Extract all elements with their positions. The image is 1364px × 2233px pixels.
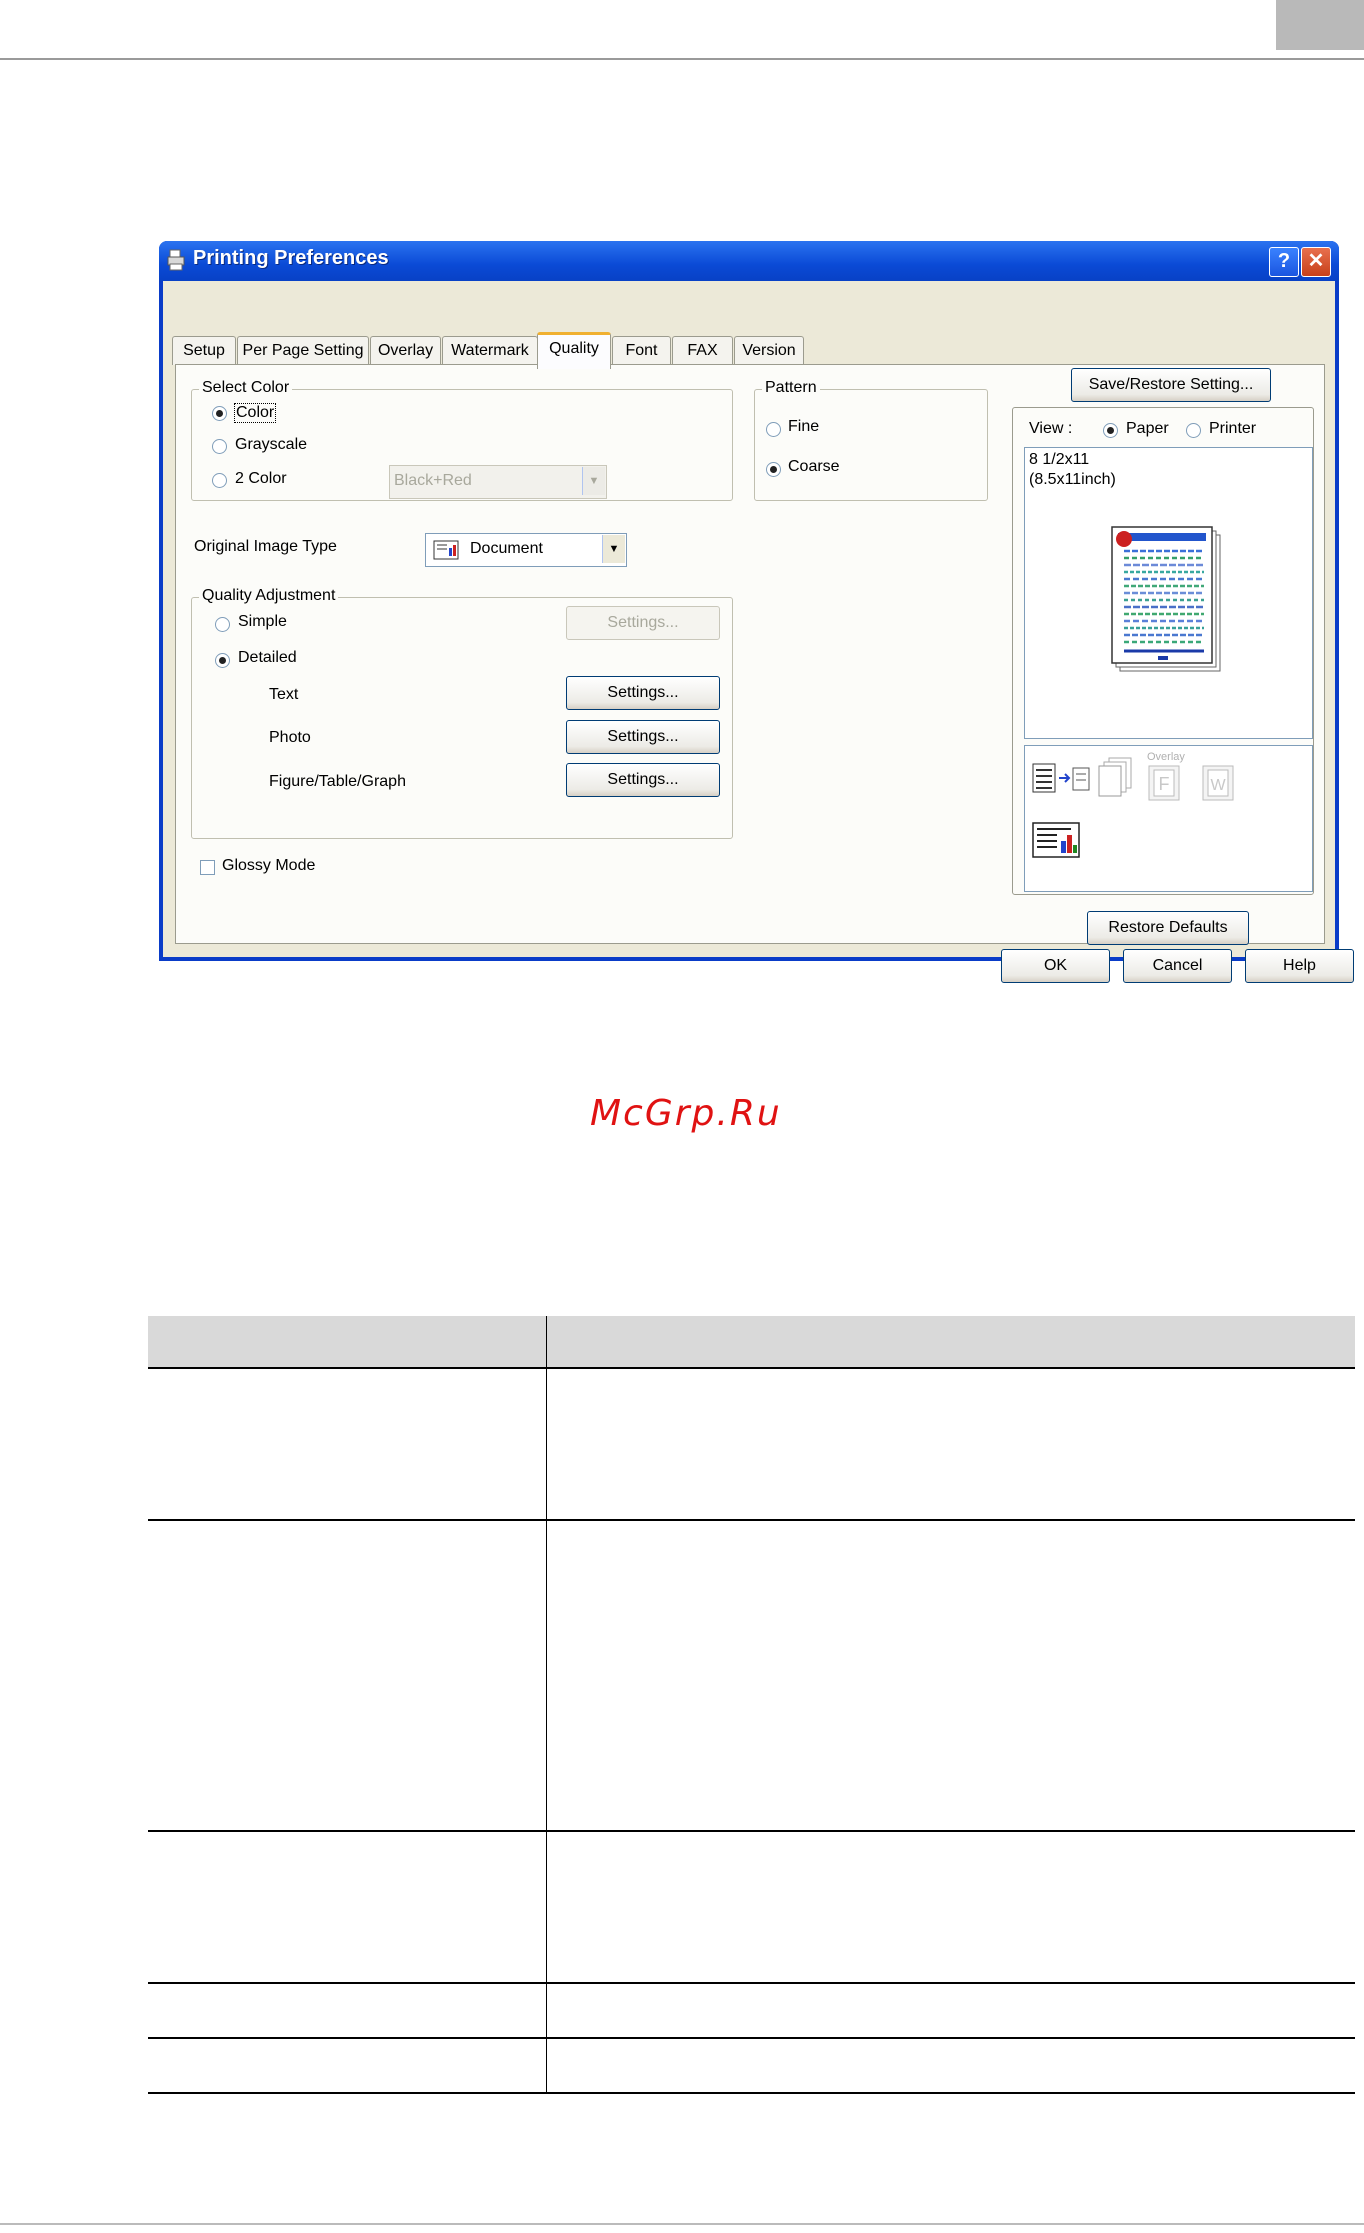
original-image-type-label: Original Image Type xyxy=(194,538,337,555)
two-color-value: Black+Red xyxy=(394,472,472,489)
copies-icon xyxy=(1098,757,1132,797)
simple-settings-button[interactable]: Settings... xyxy=(566,606,720,640)
header-rule xyxy=(0,58,1364,60)
page-corner-tab xyxy=(1276,0,1364,50)
select-color-label: Select Color xyxy=(199,379,293,397)
fine-radio-label[interactable]: Fine xyxy=(788,418,819,436)
page-preview-icon xyxy=(1111,526,1221,672)
grayscale-radio-label[interactable]: Grayscale xyxy=(235,436,307,454)
dialog-client-area: Setup Per Page Setting Overlay Watermark… xyxy=(163,281,1354,983)
site-watermark: McGrp.Ru xyxy=(590,1093,782,1134)
figure-table-graph-label: Figure/Table/Graph xyxy=(269,773,406,790)
tab-fax[interactable]: FAX xyxy=(672,336,733,365)
table-header-row xyxy=(148,1316,1355,1369)
tab-quality[interactable]: Quality xyxy=(537,332,611,369)
text-settings-button[interactable]: Settings... xyxy=(566,676,720,710)
tab-watermark[interactable]: Watermark xyxy=(442,336,538,365)
restore-defaults-button[interactable]: Restore Defaults xyxy=(1087,911,1249,945)
color-radio[interactable] xyxy=(212,406,227,421)
pattern-label: Pattern xyxy=(762,379,820,397)
paper-size-line2: (8.5x11inch) xyxy=(1029,471,1116,488)
grayscale-radio[interactable] xyxy=(212,439,227,454)
view-printer-label[interactable]: Printer xyxy=(1209,420,1256,438)
view-label: View : xyxy=(1029,420,1073,437)
dialog-title: Printing Preferences xyxy=(193,247,389,269)
table-header-cell xyxy=(148,1316,547,1369)
figure-settings-button[interactable]: Settings... xyxy=(566,763,720,797)
table-row xyxy=(148,1983,1355,2039)
help-button[interactable]: Help xyxy=(1245,949,1354,983)
overlay-form-icon: F xyxy=(1148,765,1180,801)
detailed-radio[interactable] xyxy=(215,653,230,668)
detailed-radio-label[interactable]: Detailed xyxy=(238,649,297,667)
watermark-icon: W xyxy=(1202,765,1234,801)
table-header-cell xyxy=(546,1316,1355,1369)
table-row xyxy=(148,1831,1355,1984)
tab-version[interactable]: Version xyxy=(734,336,804,365)
tab-overlay[interactable]: Overlay xyxy=(370,336,441,365)
pattern-group xyxy=(754,389,988,501)
overlay-caption: Overlay xyxy=(1147,751,1185,763)
settings-table xyxy=(148,1316,1355,2094)
table-row xyxy=(148,2038,1355,2094)
ok-button[interactable]: OK xyxy=(1001,949,1110,983)
table-row xyxy=(148,1368,1355,1521)
chevron-down-icon: ▼ xyxy=(602,535,625,563)
original-image-type-select[interactable]: Document ▼ xyxy=(425,533,627,567)
printer-icon xyxy=(167,249,185,271)
view-paper-radio[interactable] xyxy=(1103,423,1118,438)
coarse-radio-label[interactable]: Coarse xyxy=(788,458,840,476)
text-setting-label: Text xyxy=(269,686,299,703)
paper-size-line1: 8 1/2x11 xyxy=(1029,451,1090,468)
quality-adjustment-label: Quality Adjustment xyxy=(199,587,339,605)
glossy-mode-checkbox[interactable] xyxy=(200,860,215,875)
original-image-type-value: Document xyxy=(470,540,543,557)
svg-text:W: W xyxy=(1210,777,1226,794)
printing-preferences-dialog: Printing Preferences ? ✕ Setup Per Page … xyxy=(159,241,1354,983)
close-button[interactable]: ✕ xyxy=(1301,247,1331,277)
cancel-button[interactable]: Cancel xyxy=(1123,949,1232,983)
svg-text:F: F xyxy=(1159,774,1170,794)
photo-setting-label: Photo xyxy=(269,729,311,746)
two-color-radio-label[interactable]: 2 Color xyxy=(235,470,287,488)
save-restore-setting-button[interactable]: Save/Restore Setting... xyxy=(1071,368,1271,402)
tab-setup[interactable]: Setup xyxy=(172,336,236,365)
view-paper-label[interactable]: Paper xyxy=(1126,420,1169,438)
title-help-button[interactable]: ? xyxy=(1269,247,1299,277)
glossy-mode-label[interactable]: Glossy Mode xyxy=(222,857,315,875)
quality-document-icon xyxy=(1032,822,1080,858)
footer-rule xyxy=(0,2223,1364,2225)
two-color-radio[interactable] xyxy=(212,473,227,488)
paper-preview: 8 1/2x11 (8.5x11inch) xyxy=(1024,447,1313,739)
table-row xyxy=(148,1520,1355,1832)
tab-font[interactable]: Font xyxy=(612,336,671,365)
simple-radio-label[interactable]: Simple xyxy=(238,613,287,631)
fine-radio[interactable] xyxy=(766,422,781,437)
photo-settings-button[interactable]: Settings... xyxy=(566,720,720,754)
chevron-down-icon: ▼ xyxy=(582,467,605,495)
simple-radio[interactable] xyxy=(215,617,230,632)
color-radio-label[interactable]: Color xyxy=(234,403,277,423)
tab-per-page-setting[interactable]: Per Page Setting xyxy=(237,336,369,365)
print-order-icon xyxy=(1032,763,1090,793)
coarse-radio[interactable] xyxy=(766,462,781,477)
two-color-select[interactable]: Black+Red ▼ xyxy=(389,465,607,499)
document-icon xyxy=(433,540,459,560)
quality-panel: Select Color Color Grayscale 2 Color Bla… xyxy=(175,364,1325,945)
title-bar[interactable]: Printing Preferences ? ✕ xyxy=(159,241,1339,281)
settings-icons-area: Overlay F W xyxy=(1024,745,1313,892)
view-printer-radio[interactable] xyxy=(1186,423,1201,438)
